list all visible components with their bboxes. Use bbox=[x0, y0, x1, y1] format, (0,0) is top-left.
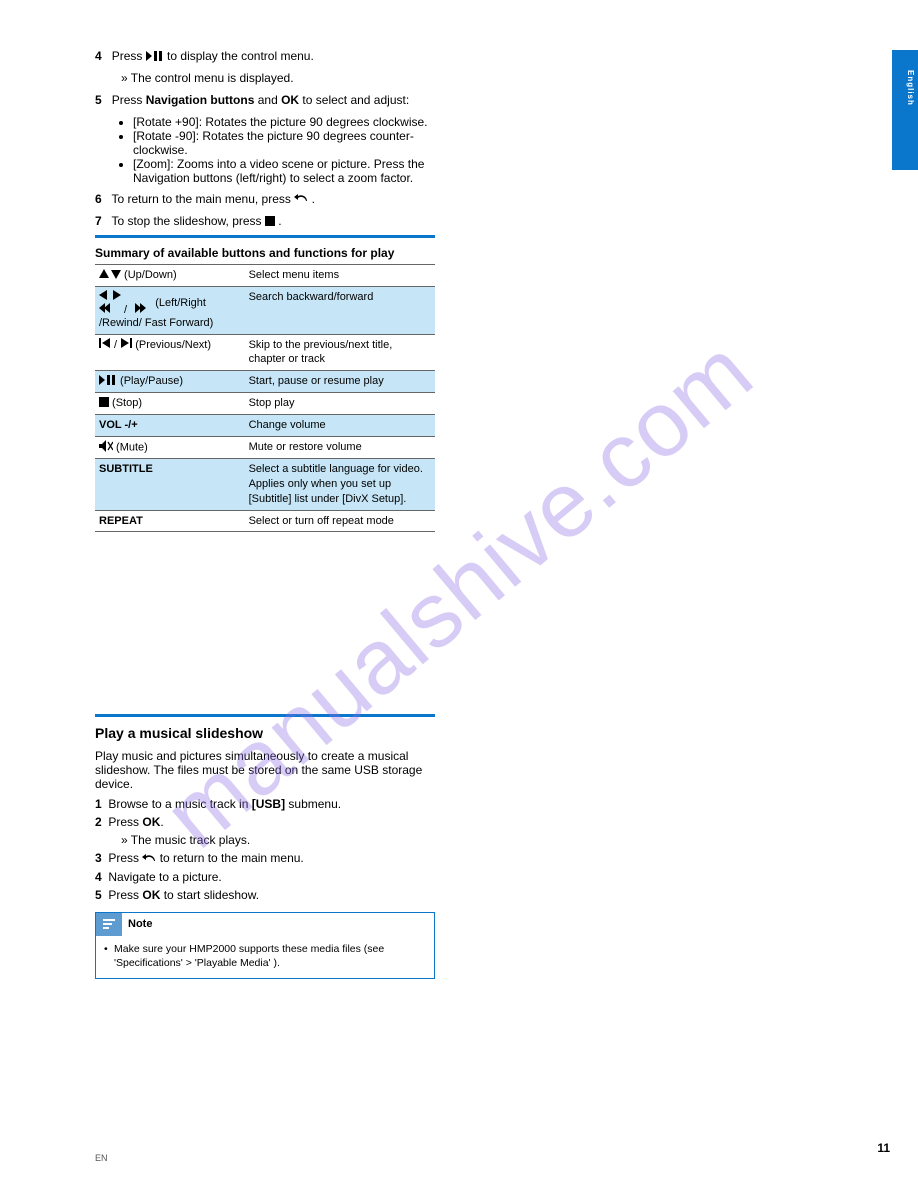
step-4-result: » The control menu is displayed. bbox=[95, 70, 435, 86]
control-desc-cell: Mute or restore volume bbox=[245, 436, 435, 458]
control-desc-cell: Start, pause or resume play bbox=[245, 371, 435, 393]
option-rotate-minus: [Rotate -90]: Rotates the picture 90 deg… bbox=[133, 129, 435, 157]
note-icon bbox=[96, 913, 122, 936]
control-button-cell: SUBTITLE bbox=[95, 459, 245, 511]
table-row: SUBTITLESelect a subtitle language for v… bbox=[95, 459, 435, 511]
step-number: 5 bbox=[95, 93, 108, 107]
table-row: (Mute)Mute or restore volume bbox=[95, 436, 435, 458]
control-button-cell: / (Previous/Next) bbox=[95, 334, 245, 371]
step-number: 4 bbox=[95, 49, 108, 63]
control-button-cell: (Play/Pause) bbox=[95, 371, 245, 393]
footer-lang: EN bbox=[95, 1153, 108, 1163]
table-row: (Stop)Stop play bbox=[95, 393, 435, 415]
back-icon bbox=[142, 852, 156, 866]
step-number: 1 bbox=[95, 797, 108, 811]
control-button-cell: REPEAT bbox=[95, 510, 245, 532]
step-number: 5 bbox=[95, 888, 108, 902]
control-desc-cell: Change volume bbox=[245, 415, 435, 437]
step-number: 4 bbox=[95, 870, 108, 884]
language-tab bbox=[892, 50, 918, 170]
controls-heading: Summary of available buttons and functio… bbox=[95, 246, 435, 260]
note-text: Make sure your HMP2000 supports these me… bbox=[114, 943, 384, 969]
table-row: (Up/Down)Select menu items bbox=[95, 264, 435, 286]
step-5: 5 Press Navigation buttons and OK to sel… bbox=[95, 92, 435, 108]
table-row: / (Left/Right /Rewind/ Fast Forward)Sear… bbox=[95, 286, 435, 334]
table-row: REPEATSelect or turn off repeat mode bbox=[95, 510, 435, 532]
control-desc-cell: Select a subtitle language for video. Ap… bbox=[245, 459, 435, 511]
note-box: Note • Make sure your HMP2000 supports t… bbox=[95, 912, 435, 979]
slideshow-section: Play a musical slideshow Play music and … bbox=[95, 708, 435, 979]
step-4: 4 Navigate to a picture. bbox=[95, 870, 435, 884]
back-icon bbox=[294, 192, 308, 206]
step-5: 5 Press OK to start slideshow. bbox=[95, 888, 435, 902]
table-row: / (Previous/Next)Skip to the previous/ne… bbox=[95, 334, 435, 371]
page-number: 11 bbox=[877, 1141, 890, 1155]
slideshow-heading: Play a musical slideshow bbox=[95, 725, 435, 741]
control-desc-cell: Search backward/forward bbox=[245, 286, 435, 334]
control-button-cell: / (Left/Right /Rewind/ Fast Forward) bbox=[95, 286, 245, 334]
control-button-cell: (Mute) bbox=[95, 436, 245, 458]
step-number: 2 bbox=[95, 815, 108, 829]
section-divider bbox=[95, 714, 435, 717]
step-number: 3 bbox=[95, 851, 108, 865]
table-row: VOL -/+Change volume bbox=[95, 415, 435, 437]
controls-table: (Up/Down)Select menu items / (Left/Right… bbox=[95, 264, 435, 533]
control-button-cell: (Up/Down) bbox=[95, 264, 245, 286]
step-1: 1 Browse to a music track in [USB] subme… bbox=[95, 797, 435, 811]
step-6: 6 To return to the main menu, press . bbox=[95, 191, 435, 207]
step-number: 6 bbox=[95, 192, 108, 206]
step-3: 3 Press to return to the main menu. bbox=[95, 851, 435, 866]
slideshow-intro: Play music and pictures simultaneously t… bbox=[95, 749, 435, 791]
step-7: 7 To stop the slideshow, press . bbox=[95, 213, 435, 229]
play-pause-icon bbox=[146, 51, 164, 63]
control-desc-cell: Skip to the previous/next title, chapter… bbox=[245, 334, 435, 371]
control-button-cell: VOL -/+ bbox=[95, 415, 245, 437]
language-tab-label: English bbox=[906, 70, 915, 106]
section-divider bbox=[95, 235, 435, 238]
step-result: » The music track plays. bbox=[95, 833, 435, 847]
control-desc-cell: Select or turn off repeat mode bbox=[245, 510, 435, 532]
option-zoom: [Zoom]: Zooms into a video scene or pict… bbox=[133, 157, 435, 185]
control-desc-cell: Stop play bbox=[245, 393, 435, 415]
note-label: Note bbox=[122, 913, 434, 936]
main-content: 4 Press to display the control menu. » T… bbox=[95, 48, 435, 532]
control-button-cell: (Stop) bbox=[95, 393, 245, 415]
control-desc-cell: Select menu items bbox=[245, 264, 435, 286]
step-4: 4 Press to display the control menu. bbox=[95, 48, 435, 64]
step-number: 7 bbox=[95, 214, 108, 228]
options-list: [Rotate +90]: Rotates the picture 90 deg… bbox=[95, 115, 435, 185]
step-2: 2 Press OK. bbox=[95, 815, 435, 829]
stop-icon bbox=[265, 216, 275, 228]
slideshow-steps: 1 Browse to a music track in [USB] subme… bbox=[95, 797, 435, 902]
table-row: (Play/Pause)Start, pause or resume play bbox=[95, 371, 435, 393]
option-rotate-plus: [Rotate +90]: Rotates the picture 90 deg… bbox=[133, 115, 435, 129]
